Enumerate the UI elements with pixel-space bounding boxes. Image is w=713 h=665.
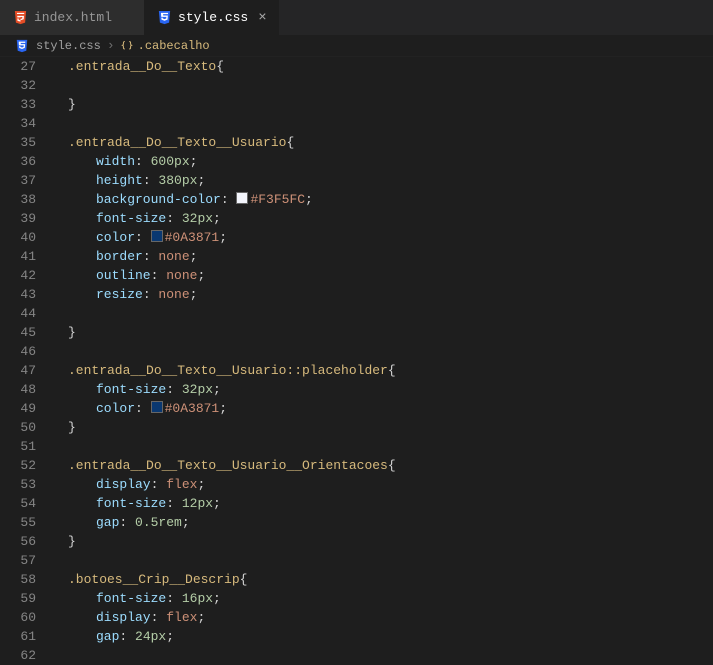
line-number: 49 — [0, 399, 36, 418]
chevron-right-icon: › — [107, 38, 115, 53]
line-number: 38 — [0, 190, 36, 209]
line-number-gutter: 27 32 33 34 35 36 37 38 39 40 41 42 43 4… — [0, 57, 50, 665]
line-number: 60 — [0, 608, 36, 627]
line-number: 59 — [0, 589, 36, 608]
line-number: 53 — [0, 475, 36, 494]
code-line: } — [54, 95, 713, 114]
code-line — [54, 114, 713, 133]
close-icon[interactable]: × — [258, 10, 266, 26]
code-line: font-size: 32px; — [54, 380, 713, 399]
code-line — [54, 437, 713, 456]
html5-icon — [12, 10, 28, 26]
code-line: width: 600px; — [54, 152, 713, 171]
code-line — [54, 646, 713, 665]
code-line: gap: 0.5rem; — [54, 513, 713, 532]
line-number: 51 — [0, 437, 36, 456]
line-number: 61 — [0, 627, 36, 646]
code-line: outline: none; — [54, 266, 713, 285]
code-line: display: flex; — [54, 475, 713, 494]
line-number: 48 — [0, 380, 36, 399]
line-number: 36 — [0, 152, 36, 171]
code-line: .entrada__Do__Texto__Usuario__Orientacoe… — [54, 456, 713, 475]
line-number: 35 — [0, 133, 36, 152]
code-line: color: #0A3871; — [54, 228, 713, 247]
line-number: 57 — [0, 551, 36, 570]
css3-icon — [14, 38, 30, 54]
code-editor[interactable]: 27 32 33 34 35 36 37 38 39 40 41 42 43 4… — [0, 57, 713, 665]
code-line: } — [54, 323, 713, 342]
color-swatch[interactable] — [151, 401, 163, 413]
line-number: 32 — [0, 76, 36, 95]
code-line: .entrada__Do__Texto__Usuario::placeholde… — [54, 361, 713, 380]
code-line: gap: 24px; — [54, 627, 713, 646]
code-line — [54, 304, 713, 323]
code-line: } — [54, 532, 713, 551]
line-number: 34 — [0, 114, 36, 133]
tab-bar: index.html style.css × — [0, 0, 713, 35]
code-line: height: 380px; — [54, 171, 713, 190]
tab-style-css[interactable]: style.css × — [144, 0, 279, 35]
code-line: resize: none; — [54, 285, 713, 304]
tab-label: index.html — [34, 10, 112, 25]
line-number: 62 — [0, 646, 36, 665]
line-number: 47 — [0, 361, 36, 380]
code-line: .botoes__Crip__Descrip{ — [54, 570, 713, 589]
line-number: 55 — [0, 513, 36, 532]
breadcrumb: style.css › .cabecalho — [0, 35, 713, 57]
line-number: 52 — [0, 456, 36, 475]
line-number: 41 — [0, 247, 36, 266]
code-line: .entrada__Do__Texto__Usuario{ — [54, 133, 713, 152]
line-number: 45 — [0, 323, 36, 342]
breadcrumb-file[interactable]: style.css — [36, 39, 101, 53]
code-line: .entrada__Do__Texto{ — [54, 57, 713, 76]
code-line — [54, 342, 713, 361]
line-number: 56 — [0, 532, 36, 551]
code-line — [54, 76, 713, 95]
color-swatch[interactable] — [151, 230, 163, 242]
line-number: 33 — [0, 95, 36, 114]
braces-icon — [121, 39, 134, 52]
breadcrumb-symbol[interactable]: .cabecalho — [121, 39, 210, 53]
line-number: 54 — [0, 494, 36, 513]
code-line: font-size: 16px; — [54, 589, 713, 608]
code-line: color: #0A3871; — [54, 399, 713, 418]
line-number: 40 — [0, 228, 36, 247]
code-line — [54, 551, 713, 570]
line-number: 39 — [0, 209, 36, 228]
code-line: font-size: 32px; — [54, 209, 713, 228]
code-line: font-size: 12px; — [54, 494, 713, 513]
code-line: background-color: #F3F5FC; — [54, 190, 713, 209]
line-number: 50 — [0, 418, 36, 437]
line-number: 37 — [0, 171, 36, 190]
line-number: 43 — [0, 285, 36, 304]
code-line: border: none; — [54, 247, 713, 266]
line-number: 27 — [0, 57, 36, 76]
line-number: 46 — [0, 342, 36, 361]
tab-index-html[interactable]: index.html — [0, 0, 144, 35]
code-line: display: flex; — [54, 608, 713, 627]
line-number: 44 — [0, 304, 36, 323]
tab-label: style.css — [178, 10, 248, 25]
color-swatch[interactable] — [236, 192, 248, 204]
line-number: 58 — [0, 570, 36, 589]
line-number: 42 — [0, 266, 36, 285]
code-line: } — [54, 418, 713, 437]
code-content[interactable]: .entrada__Do__Texto{ } .entrada__Do__Tex… — [50, 57, 713, 665]
css3-icon — [156, 10, 172, 26]
